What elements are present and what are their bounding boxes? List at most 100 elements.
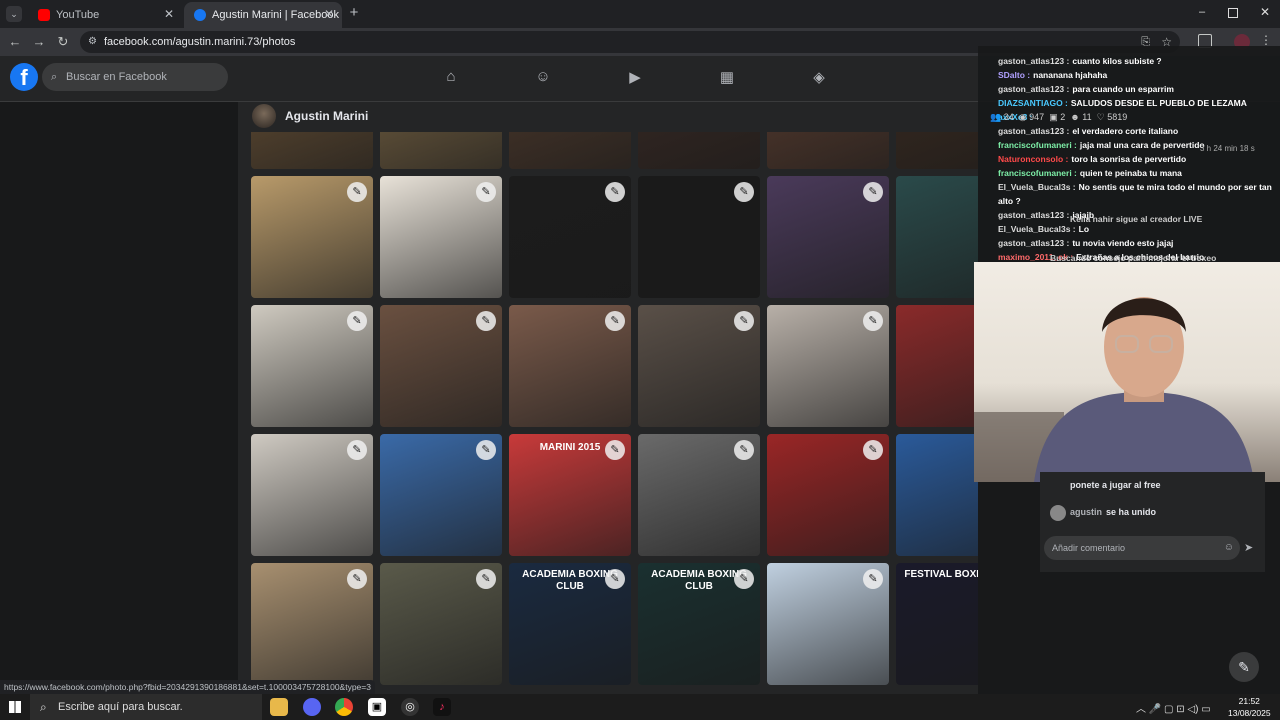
obs-icon[interactable]: ◎	[401, 698, 419, 716]
minimize-icon[interactable]: –	[1196, 7, 1208, 19]
reload-icon[interactable]: ↻	[54, 33, 72, 51]
close-tab-icon[interactable]: ✕	[324, 7, 334, 21]
restore-icon[interactable]	[1228, 8, 1238, 18]
viewers-count: 34	[1003, 112, 1014, 122]
home-icon[interactable]: ⌂	[441, 68, 461, 88]
edit-photo-icon[interactable]: ✎	[734, 440, 754, 460]
photo-tile[interactable]: ✎	[896, 305, 978, 427]
site-info-icon[interactable]: ⚙	[88, 31, 97, 53]
facebook-logo-icon[interactable]: f	[10, 63, 38, 91]
photo-tile[interactable]: ✎	[767, 176, 889, 298]
discord-icon[interactable]	[303, 698, 321, 716]
close-window-icon[interactable]: ✕	[1259, 6, 1271, 18]
photo-tile[interactable]: ✎	[251, 563, 373, 685]
send-icon[interactable]: ➤	[1244, 541, 1253, 554]
video-icon[interactable]: ▶	[625, 68, 645, 88]
emoji-icon[interactable]: ☺	[1224, 536, 1234, 560]
new-tab-button[interactable]: +	[346, 4, 362, 22]
photo-tile[interactable]: ✎	[380, 305, 502, 427]
comment-input[interactable]: Añadir comentario ☺	[1044, 536, 1240, 560]
chat-text: quien te peinaba tu mana	[1079, 168, 1182, 178]
photo-tile[interactable]: ACADEMIA BOXING CLUB ✎	[509, 563, 631, 685]
photo-tile[interactable]: ✎	[767, 563, 889, 685]
photo-tile[interactable]: ✎	[509, 176, 631, 298]
photo-tile[interactable]: ✎	[638, 305, 760, 427]
edit-photo-icon[interactable]: ✎	[347, 569, 367, 589]
close-tab-icon[interactable]: ✕	[164, 7, 174, 21]
photo-tile[interactable]: ✎	[380, 176, 502, 298]
edit-photo-icon[interactable]: ✎	[863, 311, 883, 331]
file-explorer-icon[interactable]	[270, 698, 288, 716]
edit-photo-icon[interactable]: ✎	[863, 440, 883, 460]
taskbar-search-placeholder: Escribe aquí para buscar.	[58, 701, 183, 713]
taskbar-clock[interactable]: 21:52 13/08/2025	[1228, 695, 1271, 719]
marketplace-icon[interactable]: ▦	[717, 68, 737, 88]
photo-tile[interactable]: ✎	[251, 434, 373, 556]
chat-text: SALUDOS DESDE EL PUEBLO DE LEZAMA	[1070, 98, 1247, 108]
photo-tile[interactable]: FESTIVAL BOXISTICO✎	[896, 563, 978, 685]
edit-photo-icon[interactable]: ✎	[476, 311, 496, 331]
forward-icon[interactable]: →	[30, 33, 48, 51]
elapsed-time: 3 h 24 min 18 s	[1200, 144, 1255, 153]
photo-tile[interactable]: MERLO VS LUCAS BASTIDA	[638, 132, 760, 169]
edit-photo-icon[interactable]: ✎	[863, 569, 883, 589]
photo-tile[interactable]: ACADEMIA BOXING CLUB ✎	[638, 563, 760, 685]
edit-photo-icon[interactable]: ✎	[347, 311, 367, 331]
chat-username: gaston_atlas123 :	[998, 238, 1070, 248]
photo-tile[interactable]: ✎	[380, 434, 502, 556]
edit-photo-icon[interactable]: ✎	[734, 182, 754, 202]
edit-photo-icon[interactable]: ✎	[347, 182, 367, 202]
photo-tile[interactable]	[509, 132, 631, 169]
photo-tile[interactable]	[251, 132, 373, 169]
photo-tile[interactable]: MARINI 2015 ✎	[509, 434, 631, 556]
edit-photo-icon[interactable]: ✎	[605, 569, 625, 589]
edit-photo-icon[interactable]: ✎	[734, 311, 754, 331]
edit-photo-icon[interactable]: ✎	[605, 182, 625, 202]
edit-photo-icon[interactable]: ✎	[734, 569, 754, 589]
tab-facebook[interactable]: Agustin Marini | Facebook ✕	[184, 2, 342, 28]
photo-tile[interactable]: ✎	[380, 563, 502, 685]
photo-tile[interactable]	[767, 132, 889, 169]
facebook-search-input[interactable]: ⌕ Buscar en Facebook	[42, 63, 228, 91]
profile-name[interactable]: Agustin Marini	[285, 109, 368, 123]
photo-tile[interactable]: ✎	[251, 305, 373, 427]
photo-tile[interactable]: ✎	[896, 176, 978, 298]
chat-username: gaston_atlas123 :	[998, 210, 1070, 220]
edit-photo-icon[interactable]: ✎	[476, 182, 496, 202]
photo-tile[interactable]: ✎	[896, 434, 978, 556]
new-message-button[interactable]: ✎	[1229, 652, 1259, 682]
tab-list-icon[interactable]: ⌄	[6, 6, 22, 22]
photo-tile[interactable]: ✎	[251, 176, 373, 298]
windows-start-icon[interactable]	[9, 701, 21, 713]
tray-icons[interactable]: ︿ 🎤 ▢ ⊡ ◁) ▭	[1136, 700, 1211, 715]
edit-photo-icon[interactable]: ✎	[863, 182, 883, 202]
edit-photo-icon[interactable]: ✎	[476, 440, 496, 460]
back-icon[interactable]: ←	[6, 33, 24, 51]
edit-photo-icon[interactable]: ✎	[476, 569, 496, 589]
edit-photo-icon[interactable]: ✎	[605, 311, 625, 331]
profile-avatar[interactable]	[252, 104, 276, 128]
photo-tile[interactable]: ✎	[509, 305, 631, 427]
webcam-feed	[974, 262, 1280, 482]
chat-username: franciscofumaneri :	[998, 168, 1077, 178]
photo-tile[interactable]: ✎	[638, 176, 760, 298]
chrome-icon[interactable]	[335, 698, 353, 716]
photo-tile[interactable]	[380, 132, 502, 169]
edit-photo-icon[interactable]: ✎	[347, 440, 367, 460]
url-text: facebook.com/agustin.marini.73/photos	[104, 36, 296, 48]
photo-tile[interactable]: ✎	[638, 434, 760, 556]
gaming-icon[interactable]: ◈	[809, 68, 829, 88]
friends-icon[interactable]: ☺	[533, 68, 553, 88]
taskbar-search-input[interactable]: ⌕ Escribe aquí para buscar.	[30, 694, 262, 720]
tiktok-icon[interactable]: ♪	[433, 698, 451, 716]
photo-tile[interactable]: ✎	[767, 305, 889, 427]
capcut-icon[interactable]: ▣	[368, 698, 386, 716]
chat-text: cuanto kilos subiste ?	[1072, 56, 1162, 66]
edit-photo-icon[interactable]: ✎	[605, 440, 625, 460]
photo-tile[interactable]	[896, 132, 978, 169]
photo-tile[interactable]: ✎	[767, 434, 889, 556]
chat-text: el verdadero corte italiano	[1072, 126, 1179, 136]
tab-youtube[interactable]: YouTube ✕	[28, 2, 182, 28]
chat-text: Lo	[1078, 224, 1090, 234]
follow-notice: Keila nahir sigue al creador LIVE	[1070, 214, 1203, 224]
